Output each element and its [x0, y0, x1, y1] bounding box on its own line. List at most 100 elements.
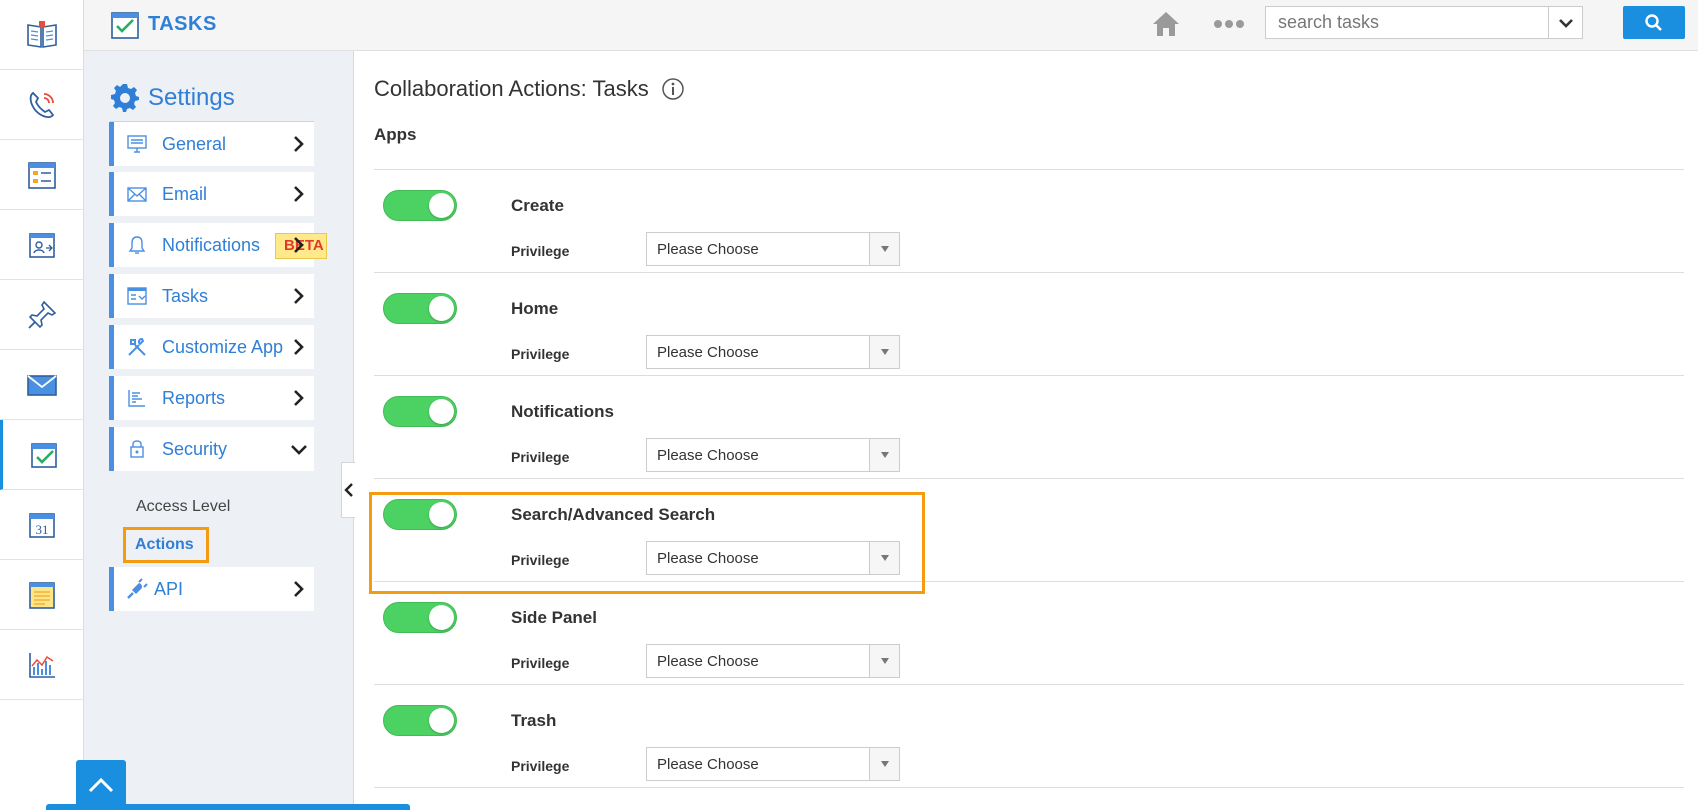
caret-down-icon — [880, 761, 889, 767]
chevron-right-icon — [294, 339, 304, 355]
phone-icon — [29, 91, 55, 118]
dropdown-arrow[interactable] — [869, 542, 899, 574]
privilege-value: Please Choose — [657, 447, 759, 464]
app-name: Home — [511, 299, 559, 318]
app-row-search-advanced-search: Search/Advanced Search Privilege Please … — [374, 479, 1684, 582]
toggle-knob — [429, 605, 454, 630]
subitem-access-level[interactable]: Access Level — [136, 498, 230, 516]
toggle-knob — [429, 296, 454, 321]
app-toggle[interactable] — [383, 293, 457, 324]
info-icon[interactable] — [661, 77, 685, 101]
home-icon[interactable] — [1150, 8, 1182, 40]
app-toggle[interactable] — [383, 499, 457, 530]
rail-item-phone[interactable] — [0, 70, 84, 140]
sidebar-item-tasks[interactable]: Tasks — [109, 274, 314, 318]
collapse-sidebar-button[interactable] — [341, 462, 355, 518]
dropdown-arrow[interactable] — [869, 439, 899, 471]
rail-item-forms[interactable] — [0, 140, 84, 210]
pin-icon — [28, 300, 57, 329]
app-row-trash: Trash Privilege Please Choose — [374, 685, 1684, 788]
sidebar-item-api[interactable]: API — [109, 567, 314, 611]
privilege-select[interactable]: Please Choose — [646, 232, 900, 266]
app-name: Notifications — [511, 402, 614, 421]
dropdown-arrow[interactable] — [869, 336, 899, 368]
sidebar-item-general[interactable]: General — [109, 122, 314, 166]
section-title: Apps — [374, 125, 417, 144]
chevron-right-icon — [294, 186, 304, 202]
rail-item-calendar[interactable]: 31 — [0, 490, 84, 560]
privilege-value: Please Choose — [657, 756, 759, 773]
dropdown-arrow[interactable] — [869, 645, 899, 677]
sidebar-item-customize-app[interactable]: Customize App — [109, 325, 314, 369]
subitem-actions[interactable]: Actions — [123, 527, 209, 563]
bell-icon — [128, 236, 146, 254]
rail-item-notes[interactable] — [0, 560, 84, 630]
privilege-select[interactable]: Please Choose — [646, 747, 900, 781]
chevron-left-icon — [343, 483, 353, 497]
privilege-select[interactable]: Please Choose — [646, 438, 900, 472]
dropdown-arrow[interactable] — [869, 233, 899, 265]
toggle-knob — [429, 193, 454, 218]
chevron-right-icon — [294, 237, 304, 253]
app-toggle[interactable] — [383, 190, 457, 221]
caret-down-icon — [880, 246, 889, 252]
more-options-icon[interactable] — [1212, 18, 1246, 30]
sidebar-item-label: General — [162, 134, 227, 154]
guide-book-icon — [27, 20, 57, 48]
privilege-select[interactable]: Please Choose — [646, 541, 900, 575]
rail-item-guide[interactable] — [0, 0, 84, 70]
rail-item-mail[interactable] — [0, 350, 84, 420]
privilege-label: Privilege — [511, 758, 570, 774]
mail-icon — [27, 374, 57, 396]
sidebar-item-label: Notifications — [162, 235, 261, 255]
sidebar-item-reports[interactable]: Reports — [109, 376, 314, 420]
tasks-icon — [30, 442, 57, 468]
app-rail: 31 — [0, 0, 84, 810]
plug-icon — [127, 578, 148, 599]
privilege-select[interactable]: Please Choose — [646, 335, 900, 369]
sidebar-item-label: Reports — [162, 388, 226, 408]
task-board-icon — [127, 287, 147, 305]
svg-text:31: 31 — [36, 522, 49, 537]
privilege-label: Privilege — [511, 552, 570, 568]
rail-item-contacts[interactable] — [0, 210, 84, 280]
toggle-knob — [429, 399, 454, 424]
lock-icon — [130, 440, 144, 458]
caret-down-icon — [880, 452, 889, 458]
privilege-value: Please Choose — [657, 344, 759, 361]
sidebar-item-label: Email — [162, 184, 208, 204]
sidebar-item-security[interactable]: Security — [109, 427, 314, 471]
chevron-right-icon — [294, 581, 304, 597]
sidebar-item-label: Customize App — [162, 337, 284, 357]
caret-down-icon — [880, 349, 889, 355]
sidebar-item-email[interactable]: Email — [109, 172, 314, 216]
app-toggle[interactable] — [383, 602, 457, 633]
rail-item-pin[interactable] — [0, 280, 84, 350]
analytics-icon — [29, 652, 55, 678]
rail-item-analytics[interactable] — [0, 630, 84, 700]
settings-header: Settings — [110, 82, 314, 122]
scroll-to-top-button[interactable] — [76, 760, 126, 810]
app-title: TASKS — [148, 13, 217, 35]
app-toggle[interactable] — [383, 705, 457, 736]
sidebar-item-label: API — [154, 579, 184, 599]
dropdown-arrow[interactable] — [869, 748, 899, 780]
search-scope-dropdown[interactable] — [1548, 7, 1582, 38]
envelope-icon — [127, 187, 147, 202]
main-content: Collaboration Actions: Tasks Apps Create… — [354, 51, 1698, 810]
rail-item-tasks[interactable] — [0, 420, 84, 490]
sidebar-item-label: Tasks — [162, 286, 209, 306]
app-name: Search/Advanced Search — [511, 505, 716, 524]
app-row-create: Create Privilege Please Choose — [374, 170, 1684, 273]
sidebar-item-notifications[interactable]: Notifications BETA — [109, 223, 327, 267]
top-bar: TASKS — [84, 0, 1698, 51]
privilege-select[interactable]: Please Choose — [646, 644, 900, 678]
gear-icon — [111, 84, 139, 112]
search-input[interactable] — [1266, 7, 1549, 38]
search-button[interactable] — [1623, 6, 1685, 39]
notes-icon — [29, 581, 55, 609]
chevron-right-icon — [294, 390, 304, 406]
chevron-down-icon — [291, 445, 307, 455]
calendar-icon: 31 — [29, 512, 55, 538]
app-toggle[interactable] — [383, 396, 457, 427]
